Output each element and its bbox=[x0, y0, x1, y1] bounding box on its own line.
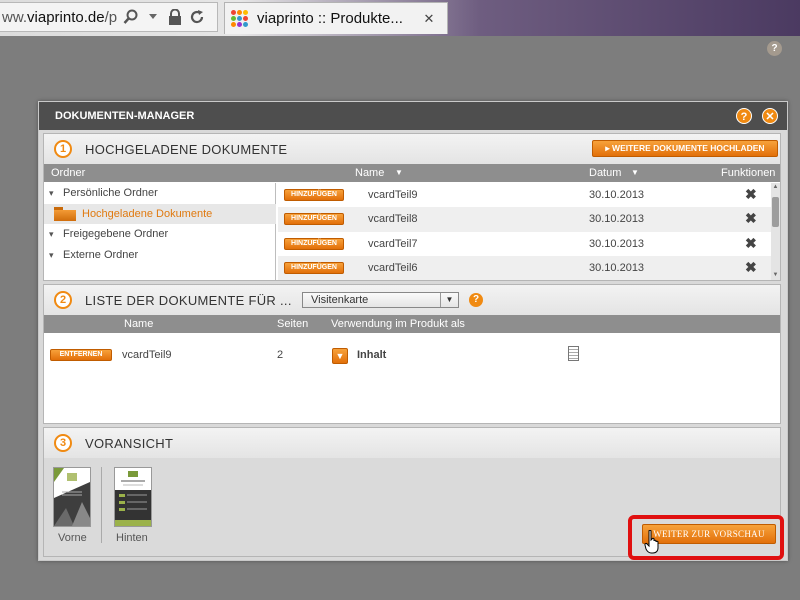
table-row: HINZUFÜGEN vcardTeil9 30.10.2013 ✖ bbox=[278, 183, 772, 208]
column-name[interactable]: Name bbox=[355, 167, 384, 179]
add-button[interactable]: HINZUFÜGEN bbox=[284, 189, 344, 201]
browser-tab[interactable]: viaprinto :: Produkte... ✕ bbox=[224, 2, 448, 34]
section-title: LISTE DER DOKUMENTE FÜR ... bbox=[85, 292, 292, 308]
chevron-down-icon[interactable]: ▼ bbox=[440, 293, 458, 307]
section-header: 1 HOCHGELADENE DOKUMENTE ▸ WEITERE DOKUM… bbox=[44, 134, 780, 164]
preview-front[interactable] bbox=[53, 467, 91, 527]
dialog-titlebar: DOKUMENTEN-MANAGER ? ✕ bbox=[39, 102, 787, 130]
column-functions: Funktionen bbox=[721, 167, 776, 179]
page-help-icon[interactable]: ? bbox=[767, 41, 782, 56]
section-header: 2 LISTE DER DOKUMENTE FÜR ... Visitenkar… bbox=[44, 285, 780, 315]
table-row: HINZUFÜGEN vcardTeil8 30.10.2013 ✖ bbox=[278, 207, 772, 232]
hand-cursor-icon bbox=[644, 529, 662, 554]
tree-item-uploaded-documents[interactable]: Hochgeladene Dokumente bbox=[44, 204, 276, 224]
section-title: HOCHGELADENE DOKUMENTE bbox=[85, 141, 288, 157]
document-manager-dialog: DOKUMENTEN-MANAGER ? ✕ 1 HOCHGELADENE DO… bbox=[38, 101, 788, 561]
document-name: vcardTeil6 bbox=[368, 262, 418, 274]
scrollbar[interactable]: ▲ ▼ bbox=[771, 183, 780, 280]
document-name: vcardTeil9 bbox=[122, 349, 172, 361]
document-list-panel: 2 LISTE DER DOKUMENTE FÜR ... Visitenkar… bbox=[43, 284, 781, 424]
chevron-down-icon: ▾ bbox=[49, 187, 54, 198]
address-bar[interactable]: ww.viaprinto.de/p bbox=[0, 2, 218, 32]
page-count: 2 bbox=[277, 349, 284, 361]
scrollbar-thumb[interactable] bbox=[772, 197, 779, 227]
document-name: vcardTeil8 bbox=[368, 213, 418, 225]
document-name: vcardTeil7 bbox=[368, 238, 418, 250]
chevron-down-icon[interactable] bbox=[144, 8, 162, 26]
folder-icon bbox=[54, 207, 76, 221]
document-date: 30.10.2013 bbox=[589, 189, 645, 201]
section-header: 3 VORANSICHT bbox=[44, 428, 780, 458]
lock-icon[interactable] bbox=[166, 8, 184, 26]
tree-item-personal-folders[interactable]: ▾ Persönliche Ordner bbox=[44, 183, 276, 203]
add-button[interactable]: HINZUFÜGEN bbox=[284, 213, 344, 225]
sort-desc-icon[interactable]: ▼ bbox=[395, 168, 403, 177]
table-row: HINZUFÜGEN vcardTeil7 30.10.2013 ✖ bbox=[278, 232, 772, 257]
product-select[interactable]: Visitenkarte ▼ bbox=[302, 292, 459, 308]
document-icon[interactable] bbox=[568, 346, 579, 361]
viaprinto-favicon-icon bbox=[231, 9, 249, 28]
tab-close-icon[interactable]: ✕ bbox=[421, 11, 437, 27]
dialog-help-icon[interactable]: ? bbox=[736, 108, 752, 124]
document-date: 30.10.2013 bbox=[589, 238, 645, 250]
search-icon[interactable] bbox=[122, 8, 140, 26]
delete-icon[interactable]: ✖ bbox=[745, 186, 757, 203]
preview-front-label: Vorne bbox=[58, 532, 87, 544]
column-usage: Verwendung im Produkt als bbox=[331, 318, 465, 330]
step-number: 2 bbox=[54, 291, 72, 309]
preview-back[interactable] bbox=[114, 467, 152, 527]
usage-dropdown-chevron-icon[interactable]: ▼ bbox=[332, 348, 348, 364]
tree-item-shared-folders[interactable]: ▾ Freigegebene Ordner bbox=[44, 224, 276, 244]
document-date: 30.10.2013 bbox=[589, 262, 645, 274]
table-header: Ordner Name ▼ Datum ▼ Funktionen bbox=[44, 164, 780, 182]
document-name: vcardTeil9 bbox=[368, 189, 418, 201]
uploaded-documents-panel: 1 HOCHGELADENE DOKUMENTE ▸ WEITERE DOKUM… bbox=[43, 133, 781, 281]
section-title: VORANSICHT bbox=[85, 435, 174, 451]
tree-item-external-folders[interactable]: ▾ Externe Ordner bbox=[44, 245, 276, 265]
browser-toolbar: ww.viaprinto.de/p viaprinto :: Produkte.… bbox=[0, 0, 800, 36]
column-pages: Seiten bbox=[277, 318, 309, 330]
chevron-down-icon: ▾ bbox=[49, 228, 54, 239]
column-date[interactable]: Datum bbox=[589, 167, 621, 179]
column-folder: Ordner bbox=[51, 167, 86, 179]
folder-tree: ▾ Persönliche Ordner Hochgeladene Dokume… bbox=[44, 183, 276, 280]
delete-icon[interactable]: ✖ bbox=[745, 259, 757, 276]
scroll-up-icon[interactable]: ▲ bbox=[771, 183, 780, 192]
upload-more-button[interactable]: ▸ WEITERE DOKUMENTE HOCHLADEN bbox=[592, 140, 778, 157]
usage-value: Inhalt bbox=[357, 349, 387, 361]
column-name: Name bbox=[124, 318, 154, 330]
table-row: ENTFERNEN vcardTeil9 2 ▼ Inhalt bbox=[44, 334, 780, 369]
remove-button[interactable]: ENTFERNEN bbox=[50, 349, 112, 361]
continue-to-preview-button[interactable]: WEITER ZUR VORSCHAU bbox=[642, 524, 776, 544]
document-date: 30.10.2013 bbox=[589, 213, 645, 225]
help-icon[interactable]: ? bbox=[469, 293, 483, 307]
tab-title: viaprinto :: Produkte... bbox=[257, 10, 403, 27]
delete-icon[interactable]: ✖ bbox=[745, 235, 757, 252]
dialog-close-icon[interactable]: ✕ bbox=[762, 108, 778, 124]
sort-desc-icon[interactable]: ▼ bbox=[631, 168, 639, 177]
delete-icon[interactable]: ✖ bbox=[745, 210, 757, 227]
dialog-title: DOKUMENTEN-MANAGER bbox=[55, 110, 195, 122]
document-list: HINZUFÜGEN vcardTeil9 30.10.2013 ✖ HINZU… bbox=[278, 183, 780, 280]
table-header: Name Seiten Verwendung im Produkt als bbox=[44, 315, 780, 333]
table-row: HINZUFÜGEN vcardTeil6 30.10.2013 ✖ bbox=[278, 256, 772, 280]
scroll-down-icon[interactable]: ▼ bbox=[771, 271, 780, 280]
reload-icon[interactable] bbox=[188, 8, 206, 26]
divider bbox=[101, 467, 102, 543]
step-number: 3 bbox=[54, 434, 72, 452]
step-number: 1 bbox=[54, 140, 72, 158]
add-button[interactable]: HINZUFÜGEN bbox=[284, 238, 344, 250]
preview-back-label: Hinten bbox=[116, 532, 148, 544]
chevron-down-icon: ▾ bbox=[49, 249, 54, 260]
url-text[interactable]: ww.viaprinto.de/p bbox=[0, 9, 118, 26]
add-button[interactable]: HINZUFÜGEN bbox=[284, 262, 344, 274]
